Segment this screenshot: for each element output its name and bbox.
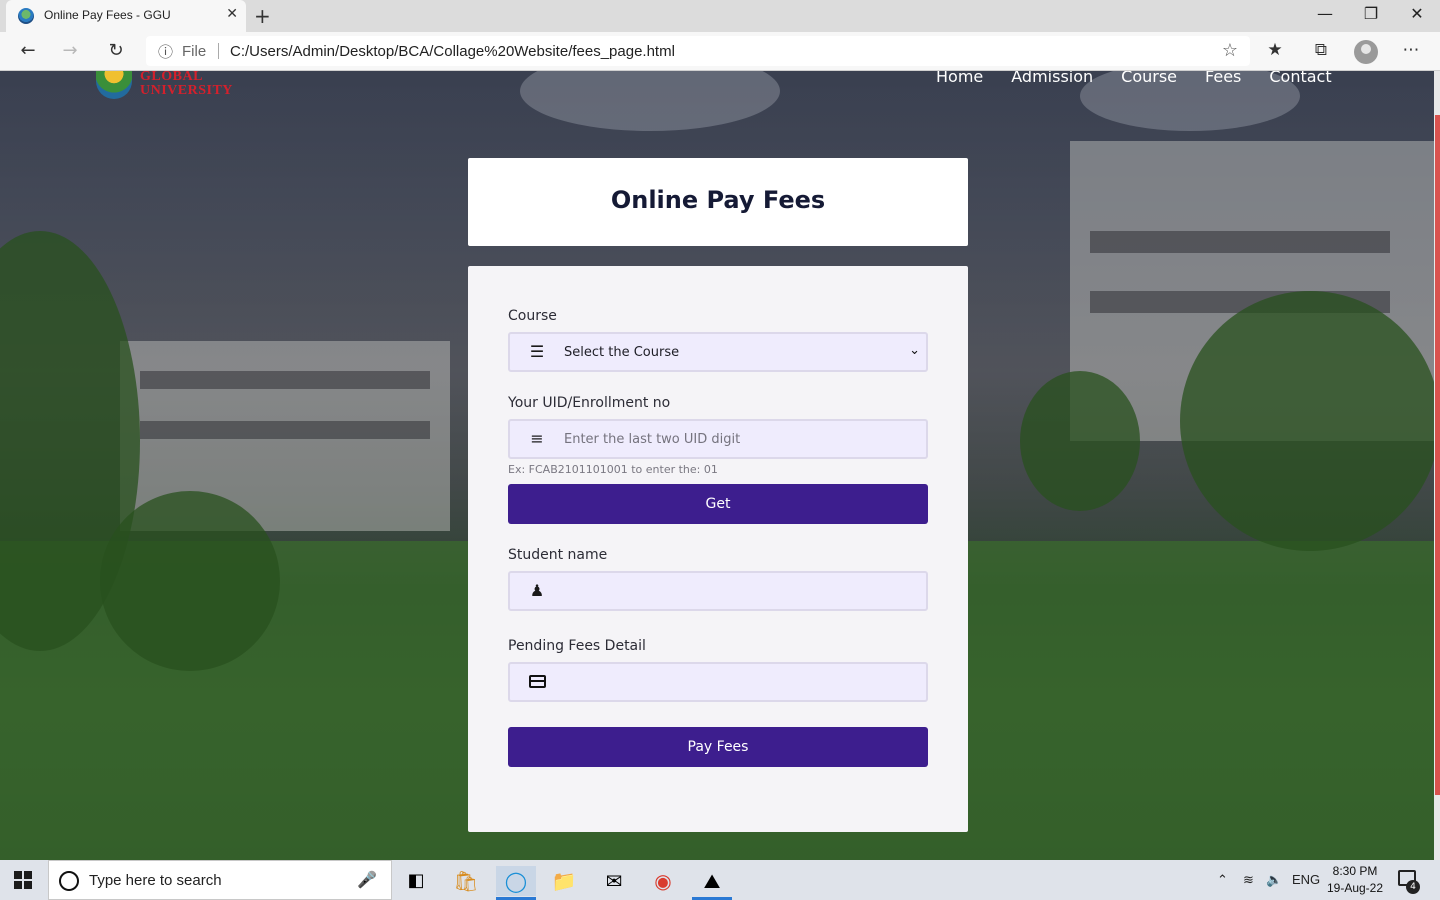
uid-hint: Ex: FCAB2101101001 to enter the: 01 <box>508 463 718 476</box>
restore-icon[interactable]: ❐ <box>1348 4 1394 23</box>
favorites-icon[interactable]: ★ <box>1262 40 1288 60</box>
background-building-window <box>140 371 430 389</box>
refresh-icon[interactable]: ↻ <box>104 40 128 61</box>
background-cloud <box>520 71 780 131</box>
pay-fees-button[interactable]: Pay Fees <box>508 727 928 767</box>
show-hidden-icons-icon[interactable]: ⌃ <box>1217 872 1228 888</box>
student-name-field[interactable]: ♟ <box>508 571 928 611</box>
background-building-window <box>1090 231 1390 253</box>
start-windows-icon[interactable] <box>14 871 32 889</box>
page-title: Online Pay Fees <box>610 186 826 214</box>
browser-tab-strip: Online Pay Fees - GGU ✕ + — ❐ ✕ <box>0 0 1440 32</box>
favorite-star-icon[interactable]: ☆ <box>1222 40 1238 61</box>
site-navigation: Home Admission Course Fees Contact <box>936 71 1332 86</box>
page-viewport: GLOBAL UNIVERSITY Home Admission Course … <box>0 71 1434 860</box>
scrollbar-thumb[interactable] <box>1435 115 1440 795</box>
course-select-value: Select the Course <box>564 345 680 360</box>
photos-app-icon[interactable]: ⛰ <box>692 866 732 896</box>
browser-tab[interactable]: Online Pay Fees - GGU ✕ <box>6 0 246 32</box>
background-tree <box>100 491 280 671</box>
course-label: Course <box>508 308 557 324</box>
file-explorer-icon[interactable]: 📁 <box>544 866 584 896</box>
notification-count-badge: 4 <box>1406 880 1420 894</box>
profile-avatar-icon[interactable] <box>1354 40 1378 64</box>
background-tree <box>1020 371 1140 511</box>
back-icon[interactable]: ← <box>16 40 40 61</box>
chevron-down-icon: ⌄ <box>909 343 920 358</box>
edge-browser-icon[interactable]: ◯ <box>496 866 536 896</box>
nav-link-contact[interactable]: Contact <box>1269 71 1331 86</box>
get-button[interactable]: Get <box>508 484 928 524</box>
wifi-icon[interactable]: ≋ <box>1243 872 1254 888</box>
taskbar-search-placeholder: Type here to search <box>89 872 222 889</box>
student-name-label: Student name <box>508 547 608 563</box>
logo-emblem-icon <box>96 71 132 99</box>
address-bar[interactable]: ⓘ File C:/Users/Admin/Desktop/BCA/Collag… <box>146 36 1250 66</box>
uid-label: Your UID/Enrollment no <box>508 395 671 411</box>
site-favicon-icon <box>18 8 34 24</box>
minimize-icon[interactable]: — <box>1302 4 1348 23</box>
list-icon: ≡ <box>530 429 544 448</box>
nav-link-home[interactable]: Home <box>936 71 983 86</box>
user-icon: ♟ <box>529 581 545 600</box>
bars-icon: ☰ <box>529 342 545 361</box>
chrome-icon[interactable]: ◉ <box>643 866 683 896</box>
volume-icon[interactable]: 🔈 <box>1266 872 1282 888</box>
course-select[interactable]: ☰ Select the Course ⌄ <box>508 332 928 372</box>
tab-close-icon[interactable]: ✕ <box>226 6 238 22</box>
fees-form: Course ☰ Select the Course ⌄ Your UID/En… <box>468 266 968 832</box>
pending-fees-field[interactable] <box>508 662 928 702</box>
task-view-icon[interactable]: ◧ <box>396 866 436 896</box>
uid-input-placeholder: Enter the last two UID digit <box>564 432 741 447</box>
collections-icon[interactable]: ⧉ <box>1308 40 1334 60</box>
mail-icon[interactable]: ✉ <box>594 866 634 896</box>
clock-time: 8:30 PM <box>1332 864 1378 878</box>
nav-link-admission[interactable]: Admission <box>1011 71 1093 86</box>
url-text[interactable]: C:/Users/Admin/Desktop/BCA/Collage%20Web… <box>230 43 675 60</box>
windows-taskbar: Type here to search 🎤 ◧ 🛍 ◯ 📁 ✉ ◉ ⛰ ⌃ ≋ … <box>0 860 1440 900</box>
pending-fees-label: Pending Fees Detail <box>508 638 646 654</box>
window-close-icon[interactable]: ✕ <box>1394 4 1440 23</box>
new-tab-icon[interactable]: + <box>254 4 271 28</box>
forward-icon[interactable]: → <box>58 40 82 61</box>
info-icon[interactable]: ⓘ <box>158 41 173 62</box>
system-clock[interactable]: 8:30 PM 19-Aug-22 <box>1326 863 1384 897</box>
university-logo[interactable]: GLOBAL UNIVERSITY <box>96 71 236 103</box>
logo-text-line2: UNIVERSITY <box>140 83 233 98</box>
url-scheme-label: File <box>182 43 207 60</box>
background-building-window <box>140 421 430 439</box>
title-card: Online Pay Fees <box>468 158 968 246</box>
more-menu-icon[interactable]: ⋯ <box>1398 40 1424 60</box>
clock-date: 19-Aug-22 <box>1326 881 1384 895</box>
nav-link-fees[interactable]: Fees <box>1205 71 1241 86</box>
cortana-icon <box>59 871 79 891</box>
microphone-icon[interactable]: 🎤 <box>357 870 377 889</box>
language-indicator[interactable]: ENG <box>1292 872 1320 887</box>
uid-input[interactable]: ≡ Enter the last two UID digit <box>508 419 928 459</box>
store-icon[interactable]: 🛍 <box>446 866 486 896</box>
nav-link-course[interactable]: Course <box>1121 71 1177 86</box>
taskbar-search-input[interactable]: Type here to search 🎤 <box>48 860 392 900</box>
background-tree <box>1180 291 1434 551</box>
credit-card-icon <box>528 672 546 692</box>
browser-toolbar: ← → ↻ ⓘ File C:/Users/Admin/Desktop/BCA/… <box>0 32 1440 71</box>
tab-title: Online Pay Fees - GGU <box>44 8 171 22</box>
url-separator <box>218 43 219 59</box>
